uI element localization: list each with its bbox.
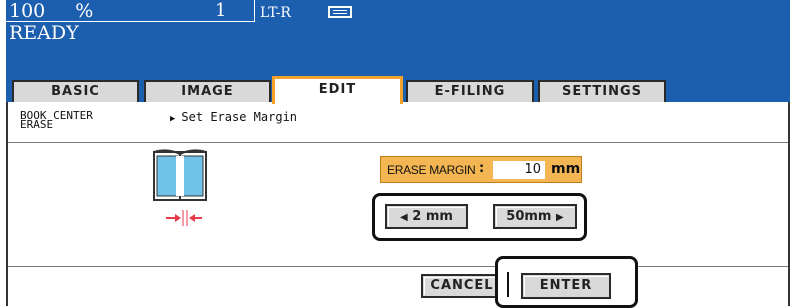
tab-e-filing[interactable]: E-FILING: [406, 80, 534, 102]
erase-margin-value: 10: [493, 161, 545, 179]
erase-margin-unit: mm: [551, 161, 581, 177]
instruction-arrow-icon: ▶: [170, 114, 176, 124]
machine-status: READY: [9, 22, 79, 44]
tab-basic[interactable]: BASIC: [12, 80, 139, 102]
divider: [8, 266, 788, 267]
increase-margin-button[interactable]: 50mm ▶: [493, 204, 577, 229]
copy-ratio-unit: %: [75, 0, 94, 22]
original-count: 1: [215, 0, 227, 21]
erase-margin-label: ERASE MARGIN: [387, 163, 476, 177]
right-triangle-icon: ▶: [556, 212, 564, 223]
paper-tray-icon: [328, 6, 352, 18]
enter-button[interactable]: ENTER: [521, 273, 611, 299]
copy-ratio-value: 100: [9, 0, 46, 22]
book-center-erase-icon: [153, 149, 207, 201]
highlight-bar: [507, 272, 509, 297]
instruction: ▶ Set Erase Margin: [170, 110, 297, 124]
copy-ratio: 100%: [9, 0, 94, 22]
decrease-margin-label: 2 mm: [412, 209, 453, 224]
erase-margin-display: ERASE MARGIN : 10 mm: [380, 156, 582, 183]
left-triangle-icon: ◀: [400, 212, 408, 223]
status-bar: 100% 1 LT-R READY: [6, 0, 790, 76]
decrease-margin-button[interactable]: ◀ 2 mm: [385, 204, 468, 229]
center-margin-arrows-icon: [166, 210, 202, 226]
tab-edit[interactable]: EDIT: [272, 76, 403, 104]
cancel-button[interactable]: CANCEL: [421, 274, 503, 298]
divider: [8, 142, 788, 143]
instruction-text: Set Erase Margin: [181, 110, 298, 124]
increase-margin-label: 50mm: [506, 209, 552, 224]
erase-margin-colon: :: [479, 161, 485, 176]
tab-settings[interactable]: SETTINGS: [538, 80, 666, 102]
function-name-line2: ERASE: [20, 118, 54, 131]
paper-size: LT-R: [260, 5, 291, 21]
function-name: BOOK CENTER ERASE: [20, 110, 93, 131]
tab-image[interactable]: IMAGE: [144, 80, 271, 102]
